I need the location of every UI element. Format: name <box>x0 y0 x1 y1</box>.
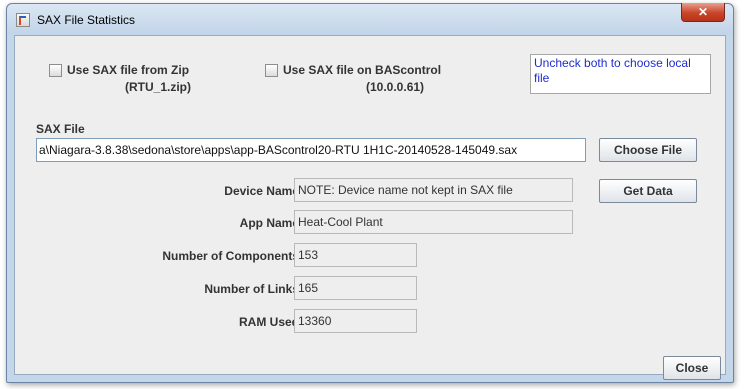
use-bascontrol-checkbox[interactable] <box>265 64 278 77</box>
sax-file-path: a\Niagara-3.8.38\sedona\store\apps\app-B… <box>39 143 518 157</box>
device-name-label: Device Name <box>224 184 299 198</box>
java-app-icon <box>16 13 30 27</box>
use-bascontrol-label[interactable]: Use SAX file on BAScontrol <box>283 63 441 77</box>
sax-file-path-field[interactable]: a\Niagara-3.8.38\sedona\store\apps\app-B… <box>36 138 586 162</box>
dialog-window: SAX File Statistics ✕ Use SAX file from … <box>6 3 734 383</box>
device-name-field: NOTE: Device name not kept in SAX file <box>294 178 573 202</box>
app-name-field: Heat-Cool Plant <box>294 210 573 234</box>
title-bar[interactable]: SAX File Statistics ✕ <box>7 3 733 34</box>
components-field: 153 <box>294 243 417 267</box>
close-button[interactable]: Close <box>663 356 721 380</box>
use-zip-checkbox[interactable] <box>49 64 62 77</box>
app-name-label: App Name <box>239 216 299 230</box>
zip-filename: (RTU_1.zip) <box>125 80 191 94</box>
ram-used-label: RAM Used <box>238 315 299 329</box>
links-field: 165 <box>294 276 417 300</box>
ram-used-field: 13360 <box>294 309 417 333</box>
window-title: SAX File Statistics <box>37 13 136 27</box>
links-label: Number of Links <box>204 282 299 296</box>
components-label: Number of Components <box>162 249 299 263</box>
get-data-button[interactable]: Get Data <box>599 179 697 203</box>
close-icon: ✕ <box>697 5 709 19</box>
instruction-note: Uncheck both to choose local file <box>530 54 711 94</box>
use-zip-label[interactable]: Use SAX file from Zip <box>67 63 189 77</box>
choose-file-button[interactable]: Choose File <box>599 138 697 162</box>
dialog-content: Use SAX file from Zip (RTU_1.zip) Use SA… <box>14 35 726 380</box>
window-close-button[interactable]: ✕ <box>681 3 725 22</box>
sax-file-label: SAX File <box>36 122 85 136</box>
bascontrol-address: (10.0.0.61) <box>366 80 425 94</box>
